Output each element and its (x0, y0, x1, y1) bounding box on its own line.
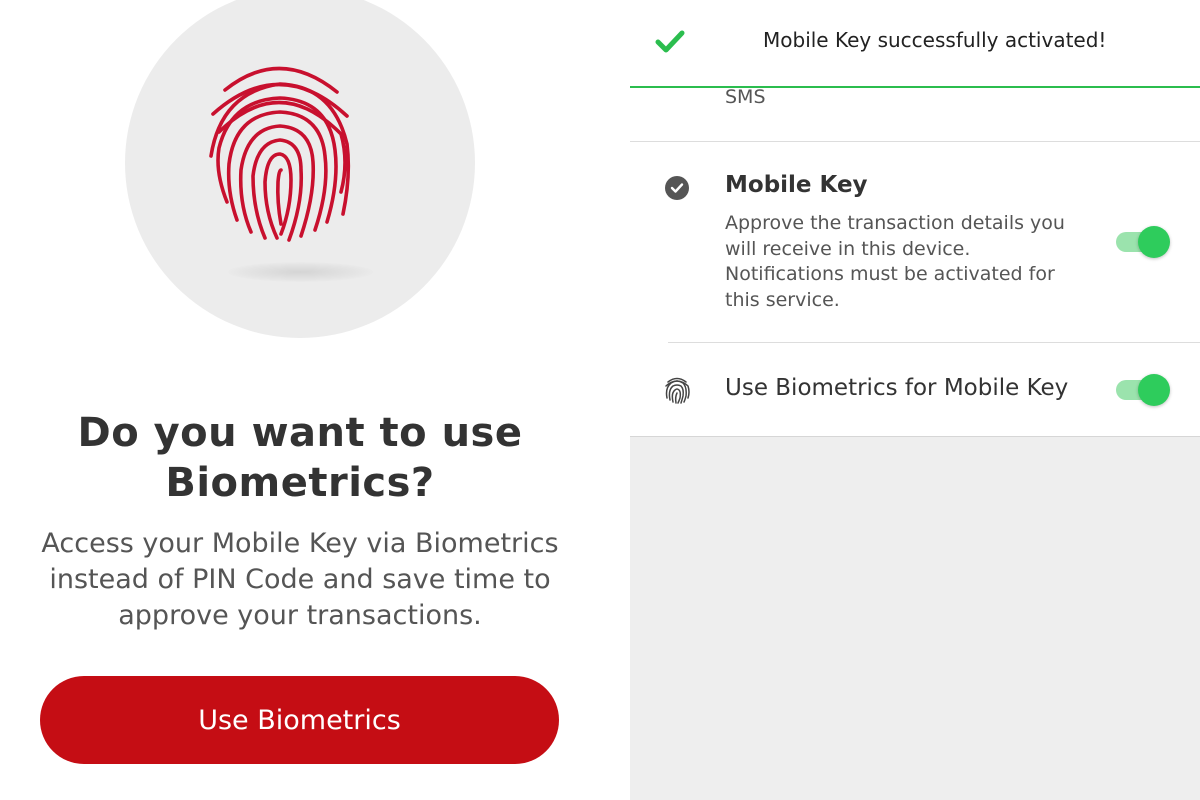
title-text: Do you want to use Biometrics? (77, 410, 523, 506)
fingerprint-icon (209, 66, 351, 242)
use-biometrics-button[interactable]: Use Biometrics (40, 676, 559, 764)
toast-message: Mobile Key successfully activated! (763, 28, 1107, 52)
mobile-key-settings-panel: SMS Mobile Key Approve the transaction d… (630, 0, 1200, 800)
biometrics-toggle[interactable] (1116, 374, 1170, 406)
page-title: Do you want to use Biometrics? (0, 408, 600, 508)
biometrics-prompt-panel: Do you want to use Biometrics? Access yo… (0, 0, 600, 800)
toggle-knob (1138, 226, 1170, 258)
toggle-knob (1138, 374, 1170, 406)
fingerprint-icon (665, 377, 690, 404)
check-circle-icon (665, 176, 689, 200)
sms-label: SMS (725, 86, 766, 108)
divider (630, 436, 1200, 437)
mobile-key-toggle[interactable] (1116, 226, 1170, 258)
mobile-key-description: Approve the transaction details you will… (725, 212, 1065, 311)
page-description: Access your Mobile Key via Biometrics in… (41, 528, 559, 631)
fingerprint-shadow (228, 262, 373, 282)
divider (668, 342, 1200, 343)
check-icon (655, 30, 685, 53)
divider (630, 141, 1200, 142)
success-toast: Mobile Key successfully activated! (630, 0, 1200, 88)
biometrics-label: Use Biometrics for Mobile Key (725, 375, 1069, 401)
mobile-key-title: Mobile Key (725, 172, 868, 198)
